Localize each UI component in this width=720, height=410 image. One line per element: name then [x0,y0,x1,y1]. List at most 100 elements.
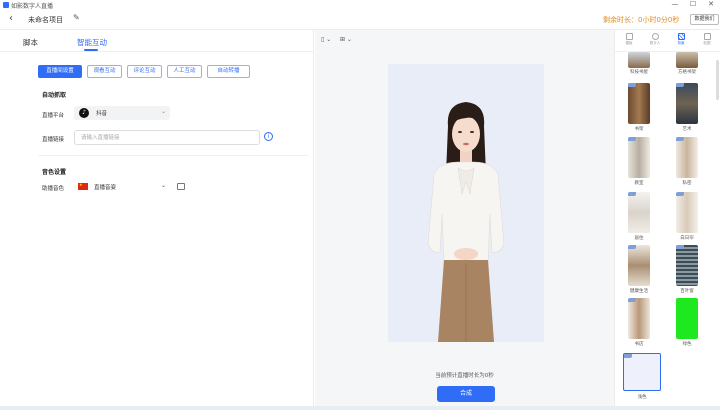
background-thumb[interactable] [628,83,650,124]
orientation-toggle[interactable]: ▯ ⌄ [321,36,331,43]
background-label: 方格书架 [678,70,696,75]
background-thumb-selected[interactable] [623,353,661,391]
minimize-button[interactable]: — [666,0,684,10]
app-title: 如影数字人直播 [11,3,54,10]
remaining-label: 剩余时长： [603,16,638,24]
asset-panel: 模板 数字人 背景 贴图 科技书屋 方格书架 书架 艺术 教室 私密 居住 白日… [614,30,720,406]
background-thumb[interactable] [628,192,650,233]
active-tab-indicator [84,49,98,51]
background-label: 白日帘 [680,236,694,241]
background-label: 科技书屋 [630,70,648,75]
background-label: 私密 [682,181,692,186]
vip-badge [628,137,636,141]
background-label: 健康生活 [630,289,648,294]
app-logo-icon [3,2,9,8]
tiktok-icon: ♪ [79,108,89,118]
background-thumb[interactable] [676,192,698,233]
subtab-comment-interaction[interactable]: 评论互动 [127,65,162,78]
remaining-time: 剩余时长：0小时0分0秒 [603,15,679,25]
background-label: 教室 [634,181,644,186]
vip-badge [628,192,636,196]
background-label: 书架 [634,127,644,132]
voice-value: 直播音姿 [94,185,117,191]
main-tabs: 脚本 智能互动 [0,30,314,52]
background-thumb[interactable] [676,245,698,286]
chevron-down-icon: ⌄ [160,182,166,189]
tab-background[interactable]: 背景 [670,33,692,51]
background-thumb[interactable] [628,245,650,286]
background-label: 居住 [634,236,644,241]
tab-sticker-label: 贴图 [703,41,711,45]
left-panel: 脚本 智能互动 直播间设置 观看互动 评论互动 人工互动 自动转播 自动抓取 直… [0,30,314,406]
sticker-icon [703,33,711,40]
voice-select[interactable]: 直播音姿 ⌄ [74,180,170,194]
tab-template-label: 模板 [625,41,633,45]
background-label: 绿色 [682,342,692,347]
background-thumb[interactable] [676,52,698,68]
background-label: 浅色 [637,395,647,400]
person-icon [651,33,659,40]
tab-digital-human-label: 数字人 [649,41,661,45]
vip-badge [628,83,636,87]
maximize-button[interactable]: ☐ [684,0,702,10]
tab-script[interactable]: 脚本 [23,37,38,48]
background-thumb[interactable] [676,298,698,339]
platform-label: 直播平台 [42,113,65,119]
preview-area: ▯ ⌄ ⊞ ⌄ 当前预计直播时长为0秒 合成 [315,30,614,406]
background-thumb[interactable] [628,137,650,178]
background-thumb[interactable] [676,137,698,178]
vip-badge [676,192,684,196]
link-label: 直播链接 [42,137,65,143]
tab-sticker[interactable]: 贴图 [696,33,718,51]
record-button[interactable]: 数据我们 [690,14,719,25]
vip-badge [676,137,684,141]
scrollbar[interactable] [716,60,719,100]
back-arrow-icon[interactable]: ‹ [9,13,13,25]
tab-digital-human[interactable]: 数字人 [644,33,666,51]
background-label: 百叶窗 [680,289,694,294]
digital-human-preview [388,64,544,342]
edit-name-icon[interactable]: ✎ [73,13,80,22]
subtab-room-settings[interactable]: 直播间设置 [38,65,82,78]
info-icon[interactable]: i [264,132,273,141]
vip-badge [628,245,636,249]
estimated-duration: 当前预计直播时长为0秒 [435,373,494,379]
voice-label: 助播音色 [42,186,65,192]
template-icon [625,33,633,40]
background-thumb[interactable] [628,52,650,68]
ratio-toggle[interactable]: ⊞ ⌄ [340,36,352,43]
subtab-auto-rebroadcast[interactable]: 自动转播 [207,65,250,78]
background-thumb[interactable] [628,298,650,339]
background-label: 艺术 [682,127,692,132]
top-header: ‹ 未命名项目 ✎ 剩余时长：0小时0分0秒 数据我们 [0,10,720,30]
compose-button[interactable]: 合成 [437,386,495,402]
background-thumb[interactable] [676,83,698,124]
avatar-figure [388,64,544,342]
live-link-input[interactable] [74,130,260,145]
tab-template[interactable]: 模板 [618,33,640,51]
vip-badge [628,298,636,302]
title-bar: 如影数字人直播 — ☐ ✕ [0,0,720,10]
voice-preview-icon[interactable] [177,183,185,190]
chevron-down-icon: ⌄ [160,108,166,115]
remaining-value: 0小时0分0秒 [638,16,680,24]
tab-smart-interaction[interactable]: 智能互动 [77,37,107,48]
bottom-bar [0,406,720,410]
vip-badge [676,245,684,249]
subtab-manual-interaction[interactable]: 人工互动 [167,65,202,78]
china-flag-icon [78,182,88,190]
platform-select[interactable]: ♪ 抖音 ⌄ [74,106,170,120]
background-icon [677,33,685,40]
platform-value: 抖音 [96,111,108,117]
tab-background-label: 背景 [677,41,685,45]
project-name: 未命名项目 [28,16,63,24]
asset-tabs: 模板 数字人 背景 贴图 [615,30,720,52]
background-label: 书店 [634,342,644,347]
section-divider [38,155,308,156]
vip-badge [624,354,632,358]
vip-badge [676,83,684,87]
subtab-watch-interaction[interactable]: 观看互动 [87,65,122,78]
close-button[interactable]: ✕ [702,0,720,10]
auto-capture-title: 自动抓取 [42,92,67,99]
voice-settings-title: 音色设置 [42,169,67,176]
